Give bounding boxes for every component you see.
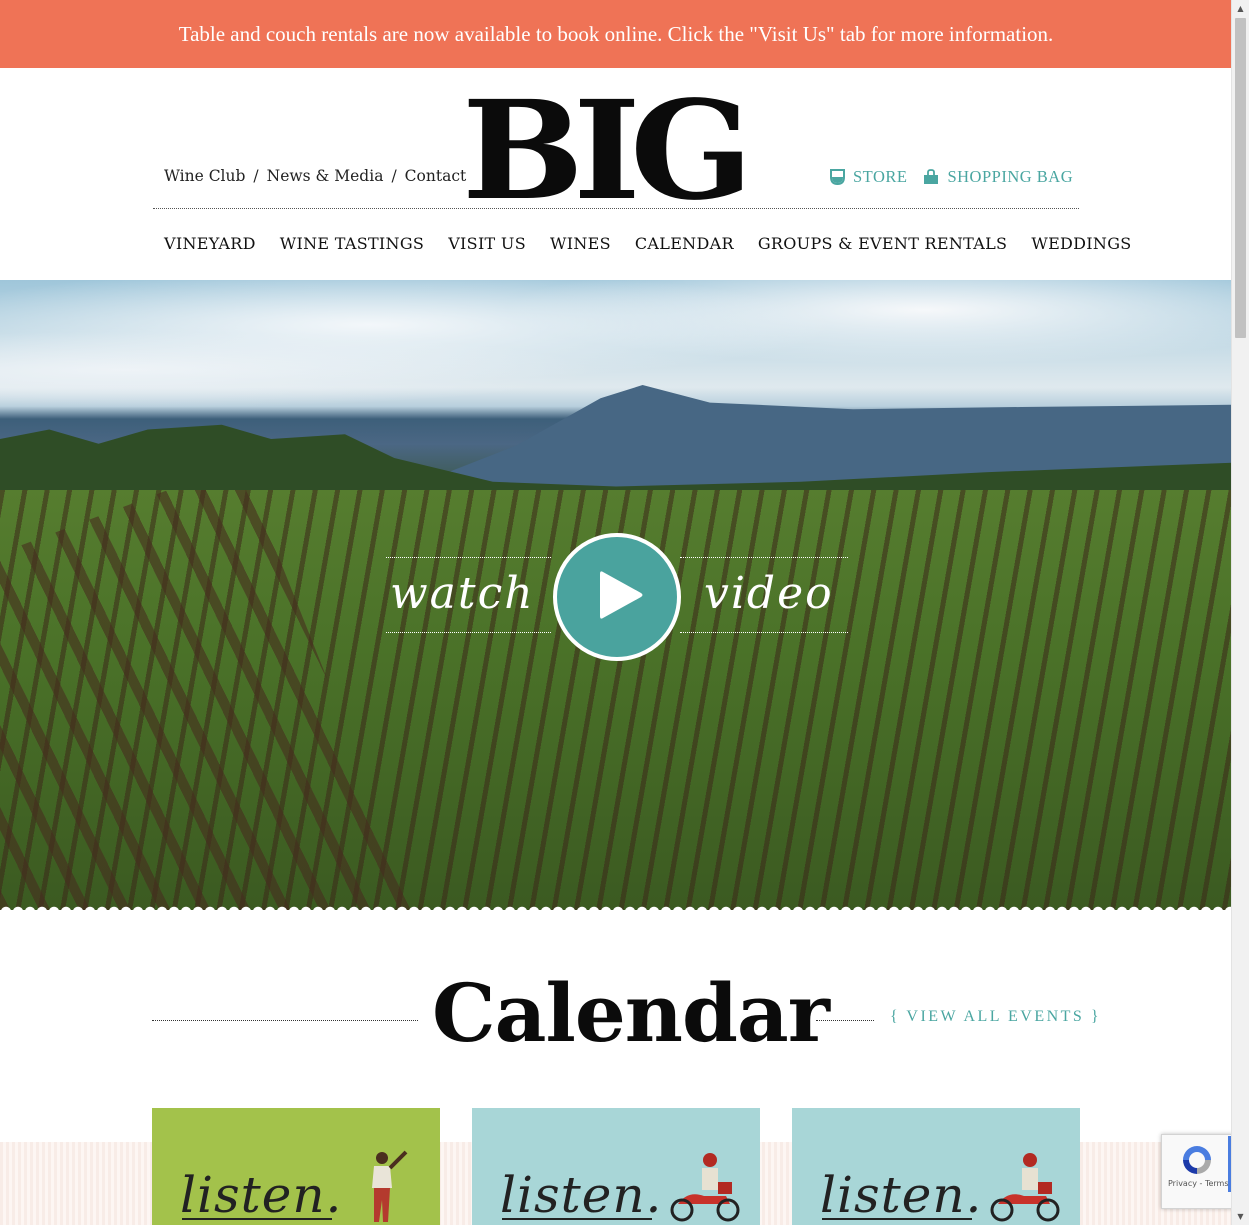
event-card[interactable]: listen. [152, 1108, 440, 1225]
nav-wines[interactable]: WINES [550, 234, 611, 253]
event-card-underline [502, 1218, 652, 1220]
event-card[interactable]: listen. [472, 1108, 760, 1225]
header-divider [153, 208, 1079, 209]
shopping-bag-icon [923, 169, 939, 185]
video-label[interactable]: video [704, 568, 834, 619]
play-video-button[interactable] [553, 533, 681, 661]
nav-calendar[interactable]: CALENDAR [635, 234, 734, 253]
shop-links: STORE SHOPPING BAG [830, 167, 1073, 187]
recaptcha-terms[interactable]: Privacy - Terms [1168, 1179, 1229, 1188]
event-card-title: listen. [500, 1166, 663, 1224]
nav-visit-us[interactable]: VISIT US [448, 234, 526, 253]
play-icon [589, 569, 645, 625]
announcement-text: Table and couch rentals are now availabl… [178, 22, 1054, 46]
announcement-bar: Table and couch rentals are now availabl… [0, 0, 1232, 68]
scrollbar-thumb[interactable] [1235, 18, 1246, 338]
scooter-rider-icon [670, 1153, 740, 1222]
main-nav: VINEYARD WINE TASTINGS VISIT US WINES CA… [164, 234, 1156, 253]
page-scrollbar[interactable]: ▲ ▼ [1231, 0, 1249, 1225]
store-link[interactable]: STORE [830, 167, 907, 187]
util-link-wine-club[interactable]: Wine Club [164, 167, 245, 185]
wine-glass-icon [830, 168, 845, 186]
nav-groups-event-rentals[interactable]: GROUPS & EVENT RENTALS [758, 234, 1008, 253]
calendar-heading: Calendar [432, 966, 830, 1060]
store-label: STORE [853, 167, 908, 186]
calendar-rule-left [152, 1020, 418, 1021]
event-card-title: listen. [820, 1166, 983, 1224]
util-separator: / [391, 167, 397, 185]
singer-figure-icon [372, 1150, 408, 1222]
watch-rule-top [386, 557, 551, 558]
watch-rule-bottom [386, 632, 551, 633]
shopping-bag-link[interactable]: SHOPPING BAG [923, 167, 1073, 187]
util-link-news-media[interactable]: News & Media [267, 167, 384, 185]
nav-wine-tastings[interactable]: WINE TASTINGS [280, 234, 424, 253]
event-card-underline [822, 1218, 972, 1220]
watch-label[interactable]: watch [390, 568, 535, 619]
nav-vineyard[interactable]: VINEYARD [164, 234, 256, 253]
util-separator: / [253, 167, 259, 185]
event-card-underline [182, 1218, 332, 1220]
util-link-contact[interactable]: Contact [405, 167, 467, 185]
site-logo[interactable]: BIG [462, 92, 791, 210]
hero-edge-base [0, 910, 1232, 912]
event-card[interactable]: listen. [792, 1108, 1080, 1225]
view-all-events-link[interactable]: { VIEW ALL EVENTS } [890, 1008, 1101, 1026]
scroll-down-arrow-icon[interactable]: ▼ [1232, 1208, 1249, 1225]
utility-nav: Wine Club / News & Media / Contact [164, 167, 466, 185]
event-card-title: listen. [180, 1166, 343, 1224]
video-rule-top [680, 557, 848, 558]
recaptcha-icon [1183, 1146, 1211, 1174]
shopping-bag-label: SHOPPING BAG [947, 167, 1074, 186]
scroll-up-arrow-icon[interactable]: ▲ [1232, 0, 1249, 17]
scooter-rider-icon [990, 1153, 1060, 1222]
calendar-rule-right [816, 1020, 874, 1021]
video-rule-bottom [680, 632, 848, 633]
nav-weddings[interactable]: WEDDINGS [1031, 234, 1131, 253]
recaptcha-badge[interactable]: Privacy - Terms [1161, 1134, 1233, 1209]
